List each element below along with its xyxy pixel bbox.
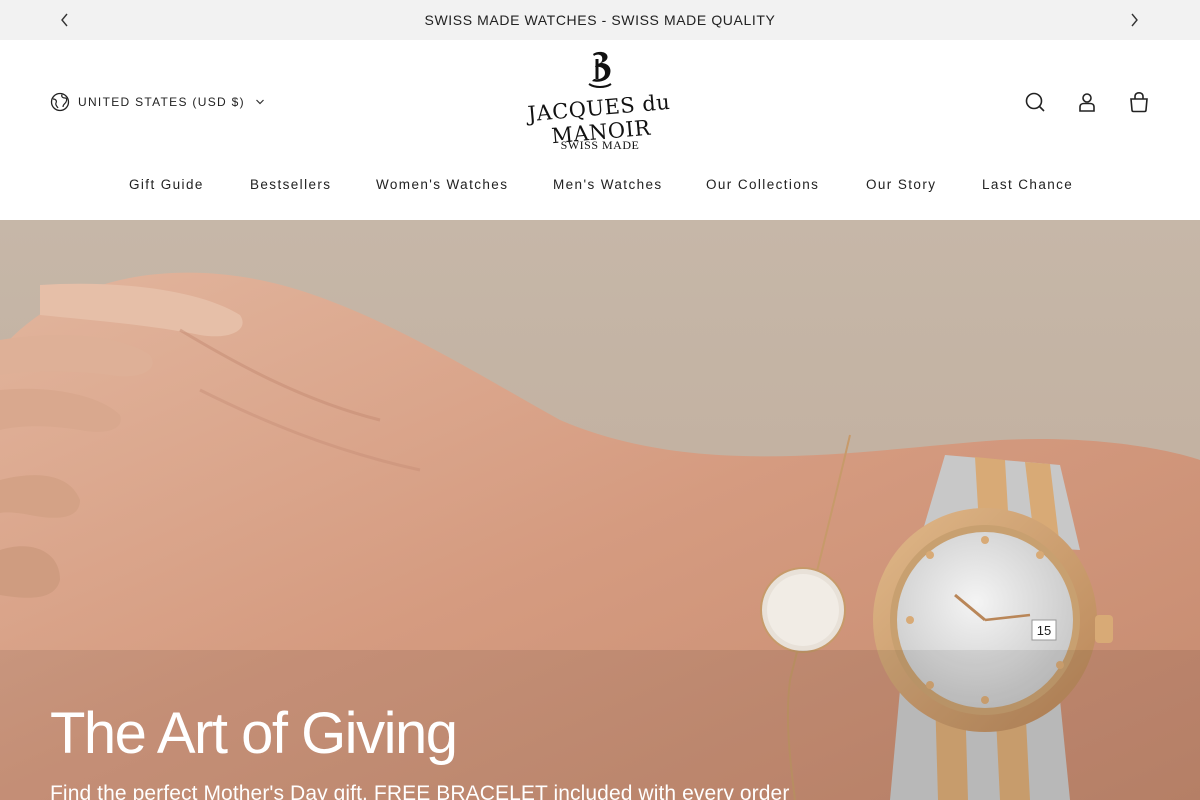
search-icon [1025, 92, 1045, 112]
globe-icon [50, 92, 70, 112]
country-selector[interactable]: UNITED STATES (USD $) [50, 91, 265, 113]
announcement-next-button[interactable] [1122, 8, 1146, 32]
monogram-logo-icon [588, 51, 612, 88]
shopping-bag-icon [1130, 91, 1148, 113]
nav-item-bestsellers[interactable]: Bestsellers [250, 177, 331, 192]
nav-item-our-collections[interactable]: Our Collections [706, 177, 819, 192]
announcement-message: SWISS MADE WATCHES - SWISS MADE QUALITY [424, 12, 776, 28]
chevron-right-icon [1131, 13, 1138, 27]
brand-subtitle: SWISS MADE [560, 138, 640, 152]
hero-subtitle: Find the perfect Mother's Day gift. FREE… [50, 782, 790, 800]
hero-banner[interactable]: 15 The Art of Giving Find the perfect Mo… [0, 220, 1200, 800]
hero-title: The Art of Giving [50, 701, 458, 766]
nav-item-last-chance[interactable]: Last Chance [982, 177, 1073, 192]
cart-button[interactable] [1127, 90, 1151, 114]
watch-date-window: 15 [1037, 623, 1051, 638]
main-navigation: Gift Guide Bestsellers Women's Watches M… [0, 177, 1200, 197]
nav-item-gift-guide[interactable]: Gift Guide [129, 177, 204, 192]
account-button[interactable] [1075, 90, 1099, 114]
account-icon [1079, 93, 1095, 112]
announcement-bar: SWISS MADE WATCHES - SWISS MADE QUALITY [0, 0, 1200, 40]
chevron-down-icon [255, 99, 264, 105]
site-header: UNITED STATES (USD $) JACQUES du MANOIR … [0, 40, 1200, 220]
brand-logo[interactable]: JACQUES du MANOIR SWISS MADE [495, 50, 705, 156]
country-selector-label: UNITED STATES (USD $) [78, 95, 245, 109]
nav-item-womens-watches[interactable]: Women's Watches [376, 177, 508, 192]
search-button[interactable] [1023, 90, 1047, 114]
nav-item-our-story[interactable]: Our Story [866, 177, 936, 192]
nav-item-mens-watches[interactable]: Men's Watches [553, 177, 663, 192]
